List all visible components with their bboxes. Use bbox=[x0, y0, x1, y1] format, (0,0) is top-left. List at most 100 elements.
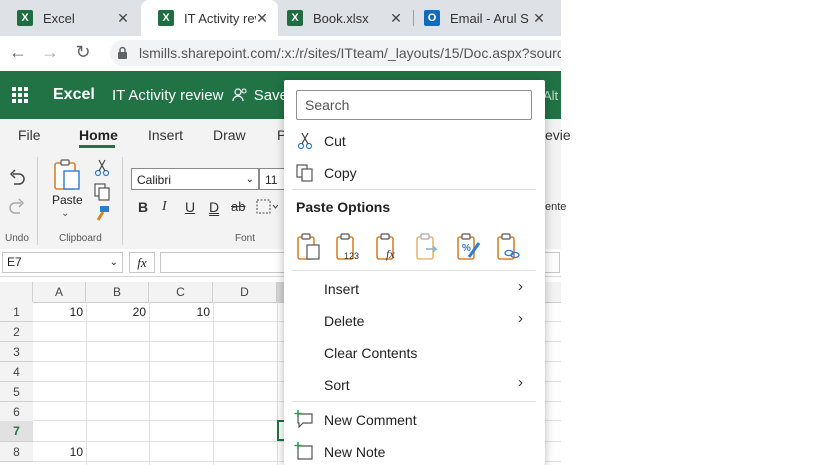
borders-icon[interactable] bbox=[256, 199, 278, 215]
paste-icon[interactable] bbox=[52, 159, 82, 191]
group-divider bbox=[37, 157, 38, 245]
paste-values-sub: 123 bbox=[344, 251, 359, 261]
menu-item-clear-contents[interactable]: Clear Contents bbox=[324, 345, 417, 361]
menu-item-sort[interactable]: Sort bbox=[324, 377, 350, 393]
url-text[interactable]: lsmills.sharepoint.com/:x:/r/sites/ITtea… bbox=[139, 45, 561, 61]
paste-values-icon[interactable]: 123 bbox=[334, 233, 362, 261]
close-icon[interactable]: ✕ bbox=[115, 10, 131, 27]
chevron-down-icon[interactable]: ⌄ bbox=[61, 208, 69, 219]
strikethrough-button[interactable]: ab bbox=[231, 199, 245, 214]
browser-tab-email[interactable]: O Email - Arul S ✕ bbox=[407, 0, 555, 36]
column-header-b[interactable]: B bbox=[86, 282, 149, 302]
gridline bbox=[213, 302, 214, 465]
bold-button[interactable]: B bbox=[138, 199, 148, 215]
menu-item-copy[interactable]: Copy bbox=[324, 165, 357, 181]
row-header-1[interactable]: 1 bbox=[0, 302, 33, 322]
alignment-center-fragment[interactable]: ente bbox=[545, 201, 566, 213]
svg-text:%: % bbox=[462, 243, 471, 254]
menu-item-delete[interactable]: Delete bbox=[324, 313, 364, 329]
menu-item-cut[interactable]: Cut bbox=[324, 133, 346, 149]
excel-icon: X bbox=[158, 10, 174, 26]
menu-item-insert[interactable]: Insert bbox=[324, 281, 359, 297]
chevron-right-icon: › bbox=[518, 310, 523, 327]
row-header-3[interactable]: 3 bbox=[0, 342, 33, 362]
alt-hint: Alt bbox=[543, 88, 559, 103]
column-header-a[interactable]: A bbox=[33, 282, 86, 302]
browser-tab-book[interactable]: X Book.xlsx ✕ bbox=[270, 0, 412, 36]
close-icon[interactable]: ✕ bbox=[531, 10, 547, 27]
back-arrow-icon[interactable]: ← bbox=[7, 42, 29, 63]
tab-draw[interactable]: Draw bbox=[213, 127, 246, 143]
menu-item-new-comment[interactable]: New Comment bbox=[324, 412, 417, 428]
cell-b1[interactable]: 20 bbox=[86, 302, 149, 322]
redo-icon[interactable] bbox=[8, 198, 26, 216]
context-menu-search-input[interactable]: Search bbox=[296, 90, 532, 120]
italic-button[interactable]: I bbox=[162, 199, 167, 215]
menu-divider bbox=[292, 189, 536, 190]
column-header-c[interactable]: C bbox=[149, 282, 213, 302]
tab-review[interactable]: evie bbox=[545, 127, 571, 143]
cut-icon[interactable] bbox=[94, 159, 110, 177]
format-painter-icon[interactable] bbox=[94, 205, 110, 223]
app-launcher-icon[interactable] bbox=[12, 87, 28, 103]
cut-icon bbox=[297, 132, 313, 150]
row-header-6[interactable]: 6 bbox=[0, 402, 33, 422]
cell-a1[interactable]: 10 bbox=[33, 302, 86, 322]
excel-icon: X bbox=[287, 10, 303, 26]
group-label-font: Font bbox=[235, 233, 256, 244]
tab-title: Excel bbox=[43, 10, 75, 26]
gridline bbox=[86, 302, 87, 465]
menu-item-new-note[interactable]: New Note bbox=[324, 444, 385, 460]
document-title[interactable]: IT Activity review Save bbox=[112, 87, 288, 104]
new-comment-icon bbox=[294, 410, 313, 429]
gridline bbox=[149, 302, 150, 465]
font-name-value: Calibri bbox=[137, 173, 172, 187]
browser-tab-bar: X Excel ✕ X IT Activity rev ✕ X Book.xls… bbox=[0, 0, 561, 36]
excel-brand[interactable]: Excel bbox=[53, 86, 95, 104]
chevron-down-icon: ⌄ bbox=[109, 257, 118, 268]
paste-link-icon[interactable] bbox=[495, 233, 523, 261]
save-status: Save bbox=[253, 87, 288, 104]
row-header-7[interactable]: 7 bbox=[0, 421, 33, 442]
column-header-d[interactable]: D bbox=[213, 282, 277, 302]
browser-tab-it-activity[interactable]: X IT Activity rev ✕ bbox=[141, 0, 278, 36]
double-underline-button[interactable]: D bbox=[209, 199, 219, 215]
tab-insert[interactable]: Insert bbox=[148, 127, 183, 143]
document-title-text: IT Activity review bbox=[112, 87, 224, 104]
copy-icon[interactable] bbox=[94, 183, 110, 201]
paste-formulas-icon[interactable]: fx bbox=[374, 233, 402, 261]
cell-c1[interactable]: 10 bbox=[149, 302, 213, 322]
font-size-value: 11 bbox=[265, 173, 278, 187]
active-tab-indicator bbox=[79, 145, 115, 148]
row-header-8[interactable]: 8 bbox=[0, 442, 33, 462]
insert-function-button[interactable]: fx bbox=[129, 252, 155, 273]
row-header-4[interactable]: 4 bbox=[0, 362, 33, 382]
paste-icon[interactable] bbox=[295, 233, 323, 261]
underline-button[interactable]: U bbox=[185, 199, 195, 215]
paste-label[interactable]: Paste bbox=[52, 193, 83, 207]
undo-icon[interactable] bbox=[8, 169, 26, 187]
row-header-2[interactable]: 2 bbox=[0, 322, 33, 342]
chevron-right-icon: › bbox=[518, 374, 523, 391]
tab-title: Email - Arul S bbox=[450, 10, 529, 26]
cell-a8[interactable]: 10 bbox=[33, 442, 86, 462]
tab-home[interactable]: Home bbox=[79, 127, 118, 143]
reload-icon[interactable]: ↻ bbox=[72, 42, 94, 63]
svg-text:fx: fx bbox=[386, 247, 395, 261]
paste-transpose-icon[interactable] bbox=[414, 233, 442, 261]
name-box[interactable]: E7 ⌄ bbox=[2, 252, 123, 273]
font-name-select[interactable]: Calibri ⌄ bbox=[131, 168, 259, 190]
tab-file[interactable]: File bbox=[18, 127, 41, 143]
browser-tab-excel[interactable]: X Excel ✕ bbox=[0, 0, 139, 36]
close-icon[interactable]: ✕ bbox=[388, 10, 404, 27]
menu-divider bbox=[292, 270, 536, 271]
close-icon[interactable]: ✕ bbox=[254, 10, 270, 27]
group-label-clipboard: Clipboard bbox=[59, 233, 102, 244]
new-note-icon bbox=[294, 442, 313, 460]
lock-icon bbox=[118, 46, 127, 59]
row-header-5[interactable]: 5 bbox=[0, 382, 33, 402]
select-all-corner[interactable] bbox=[0, 282, 33, 302]
copy-icon bbox=[296, 164, 313, 182]
forward-arrow-icon[interactable]: → bbox=[39, 42, 61, 63]
paste-formatting-icon[interactable]: % bbox=[455, 233, 483, 261]
